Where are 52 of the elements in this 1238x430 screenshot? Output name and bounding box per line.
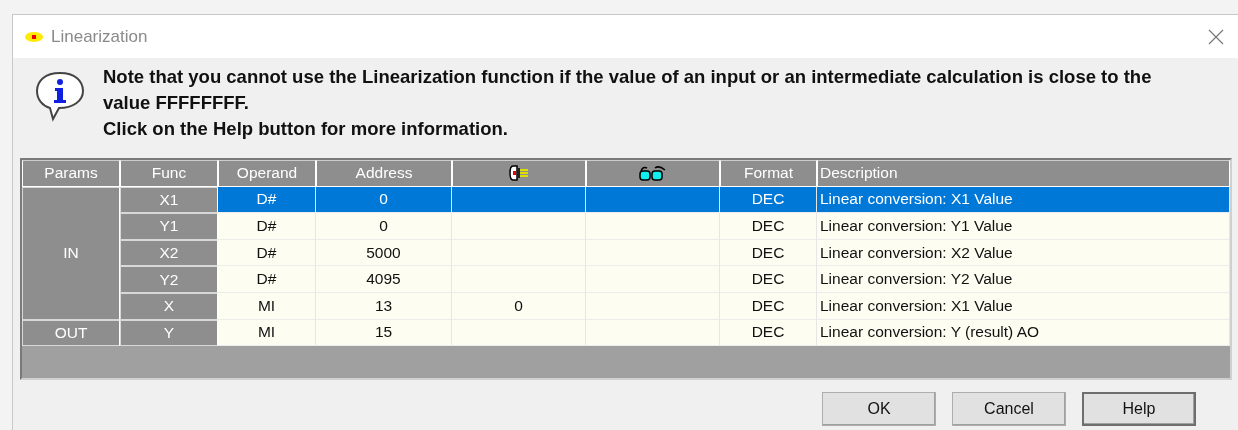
table-cell[interactable] — [452, 213, 586, 240]
note-text: Note that you cannot use the Linearization function if the value of an input or an intermediate calculation is close to the value FFFFFFFF. — [103, 65, 1153, 115]
func-cell: Y — [120, 319, 218, 347]
table-cell[interactable]: DEC — [720, 292, 817, 320]
table-cell[interactable]: DEC — [720, 186, 817, 214]
table-cell[interactable]: MI — [218, 319, 316, 347]
table-cell[interactable]: DEC — [720, 266, 817, 293]
table-cell[interactable]: 4095 — [316, 266, 452, 293]
table-cell[interactable]: 0 — [316, 213, 452, 240]
table-cell[interactable]: 5000 — [316, 239, 452, 267]
table-cell[interactable] — [586, 319, 720, 347]
table-cell[interactable]: Linear conversion: Y1 Value — [817, 213, 1230, 240]
dialog-button[interactable]: Help — [1082, 392, 1196, 426]
info-icon — [33, 70, 87, 122]
func-cell: Y1 — [120, 213, 218, 240]
table-cell[interactable]: D# — [218, 266, 316, 293]
table-cell[interactable]: Linear conversion: Y (result) AO — [817, 319, 1230, 347]
glasses-icon — [639, 165, 667, 182]
plug-icon — [509, 165, 529, 182]
dialog-button[interactable]: Cancel — [952, 392, 1066, 426]
table-cell[interactable]: D# — [218, 186, 316, 214]
table-cell[interactable]: Linear conversion: Y2 Value — [817, 266, 1230, 293]
func-cell: X — [120, 292, 218, 320]
eye-icon — [25, 31, 43, 42]
table-cell[interactable]: D# — [218, 213, 316, 240]
table-cell[interactable]: DEC — [720, 239, 817, 267]
table-cell[interactable]: Linear conversion: X1 Value — [817, 186, 1230, 214]
dialog-button[interactable]: OK — [822, 392, 936, 426]
params-cell: OUT — [22, 319, 120, 347]
func-cell: Y2 — [120, 266, 218, 293]
window-title: Linearization — [51, 26, 149, 47]
table-cell[interactable]: 0 — [452, 292, 586, 320]
table-cell[interactable]: DEC — [720, 213, 817, 240]
params-cell: IN — [22, 186, 120, 320]
close-icon[interactable] — [1208, 28, 1224, 45]
table-cell[interactable]: MI — [218, 292, 316, 320]
table-cell[interactable]: Linear conversion: X1 Value — [817, 292, 1230, 320]
table-cell[interactable] — [586, 186, 720, 214]
table-cell[interactable]: 13 — [316, 292, 452, 320]
table-cell[interactable] — [452, 319, 586, 347]
note-text: Click on the Help button for more information. — [103, 117, 509, 141]
table-cell[interactable]: Linear conversion: X2 Value — [817, 239, 1230, 267]
table-cell[interactable]: DEC — [720, 319, 817, 347]
func-cell: X2 — [120, 239, 218, 267]
table-cell[interactable]: 15 — [316, 319, 452, 347]
table-cell[interactable] — [452, 186, 586, 214]
table-cell[interactable]: D# — [218, 239, 316, 267]
table-cell[interactable] — [586, 213, 720, 240]
table-cell[interactable]: 0 — [316, 186, 452, 214]
icon-column-header[interactable] — [586, 160, 720, 187]
func-cell: X1 — [120, 186, 218, 214]
icon-column-header[interactable] — [452, 160, 586, 187]
